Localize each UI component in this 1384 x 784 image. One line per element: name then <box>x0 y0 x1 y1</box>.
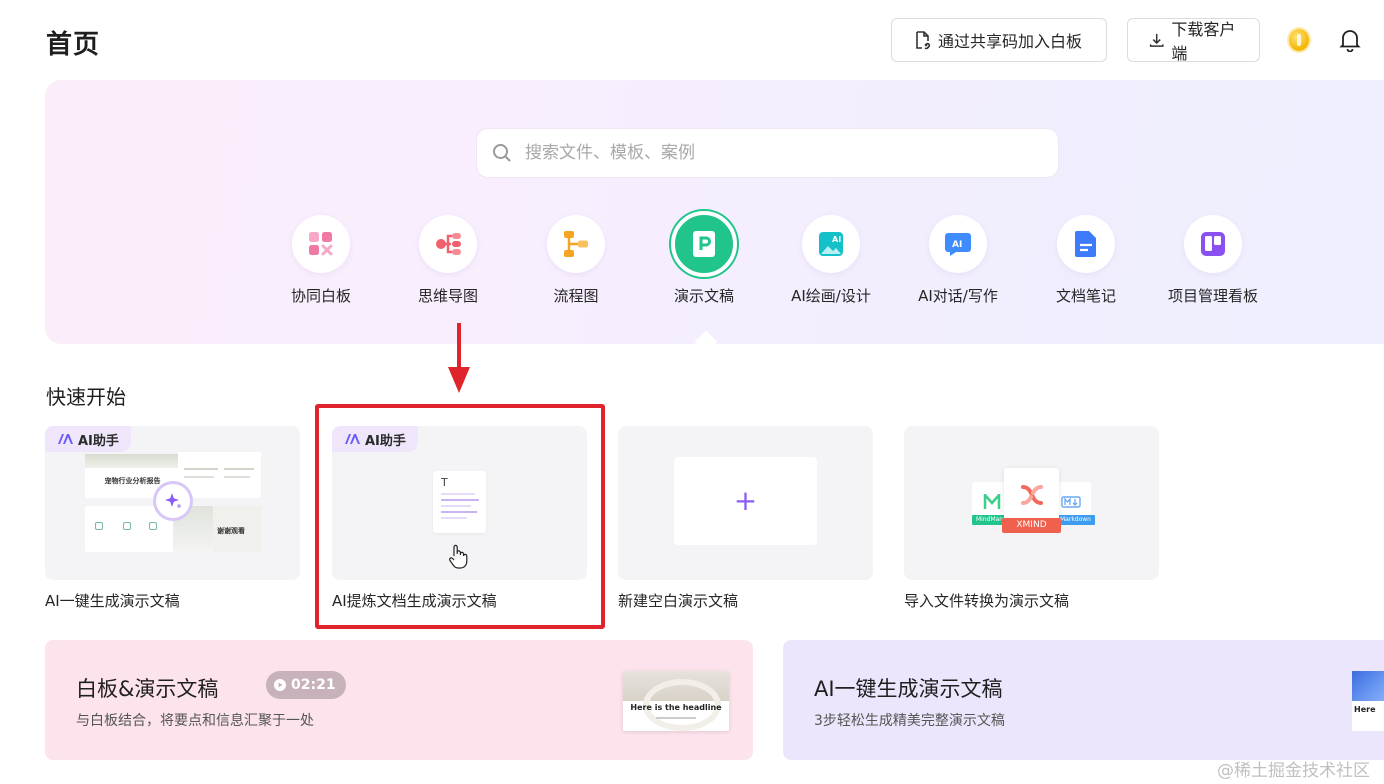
category-document[interactable]: 文档笔记 <box>1031 215 1141 306</box>
card-caption: 新建空白演示文稿 <box>618 592 739 610</box>
quick-start-title: 快速开始 <box>46 385 126 409</box>
category-ai-chat-circle: AI <box>929 215 987 273</box>
xmind-file-icon <box>1004 468 1059 522</box>
category-whiteboard[interactable]: 协同白板 <box>266 215 376 306</box>
ai-sparkle-icon <box>156 484 190 518</box>
document-preview-icon: T <box>433 471 486 533</box>
presentation-icon <box>693 231 715 257</box>
whiteboard-icon <box>309 232 333 256</box>
slide-preview: 谢谢观看 <box>173 506 261 552</box>
ai-logo-icon <box>58 434 73 444</box>
banner-slide-thumbnail: Here is the headline <box>623 671 729 731</box>
banner-whiteboard-presentation[interactable]: 白板&演示文稿 02:21 与白板结合，将要点和信息汇聚于一处 Here is … <box>45 640 753 760</box>
watermark: @稀土掘金技术社区 <box>1217 761 1370 781</box>
coin-icon[interactable] <box>1289 29 1309 51</box>
card-import-file-convert[interactable]: MindMan Markdown XMIND 导入文件转换为演示文稿 <box>904 426 1159 611</box>
video-duration: 02:21 <box>291 677 336 693</box>
play-icon <box>274 679 286 691</box>
kanban-icon <box>1201 232 1225 256</box>
blank-slide: + <box>674 457 817 545</box>
slide-headline: Here <box>1354 705 1376 714</box>
banner-subtitle: 3步轻松生成精美完整演示文稿 <box>814 713 1005 729</box>
ai-logo-icon <box>345 434 360 444</box>
category-label: 文档笔记 <box>1055 287 1116 305</box>
category-presentation[interactable]: 演示文稿 <box>649 211 759 306</box>
card-caption: AI一键生成演示文稿 <box>45 592 180 610</box>
category-flowchart[interactable]: 流程图 <box>521 215 631 306</box>
mindmap-icon <box>436 233 461 255</box>
category-label: 思维导图 <box>417 287 478 305</box>
card-thumbnail: MindMan Markdown XMIND <box>904 426 1159 580</box>
category-mindmap-circle <box>419 215 477 273</box>
search-box[interactable] <box>476 128 1059 178</box>
search-input[interactable] <box>525 143 1025 163</box>
card-ai-extract-document-presentation[interactable]: T AI助手 AI提炼文档生成演示文稿 <box>332 426 587 611</box>
card-ai-generate-presentation[interactable]: 宠物行业分析报告 谢谢观看 AI助手 AI一键生成演示文稿 <box>45 426 300 611</box>
card-thumbnail: + <box>618 426 873 580</box>
svg-text:AI: AI <box>832 235 841 244</box>
hand-cursor-icon <box>449 544 468 569</box>
flowchart-icon <box>564 231 588 257</box>
category-whiteboard-circle <box>292 215 350 273</box>
category-ai-painting-circle: AI <box>802 215 860 273</box>
banner-title: 白板&演示文稿 <box>76 677 219 701</box>
video-duration-badge: 02:21 <box>266 671 346 699</box>
banner-subtitle: 与白板结合，将要点和信息汇聚于一处 <box>76 713 314 729</box>
search-icon <box>493 144 511 162</box>
ai-painting-icon: AI <box>819 232 843 256</box>
category-label: 演示文稿 <box>673 287 734 305</box>
plus-icon: + <box>733 484 758 517</box>
slide-preview <box>178 452 261 498</box>
document-preview-letter: T <box>441 476 448 489</box>
ai-badge-label: AI助手 <box>365 433 406 449</box>
category-ai-painting[interactable]: AI AI绘画/设计 <box>776 215 886 306</box>
category-presentation-circle <box>671 211 737 277</box>
banner-ai-generate-presentation[interactable]: AI一键生成演示文稿 3步轻松生成精美完整演示文稿 Here <box>783 640 1384 760</box>
category-label: AI绘画/设计 <box>791 287 871 305</box>
download-button-label: 下载客户端 <box>1171 20 1236 63</box>
ai-assistant-badge: AI助手 <box>332 426 418 452</box>
card-thumbnail: T AI助手 <box>332 426 587 580</box>
download-icon <box>1149 33 1164 47</box>
category-mindmap[interactable]: 思维导图 <box>393 215 503 306</box>
category-label: 协同白板 <box>290 287 351 305</box>
card-caption: 导入文件转换为演示文稿 <box>904 592 1070 610</box>
slide-preview-title: 谢谢观看 <box>217 527 245 535</box>
download-client-button[interactable]: 下载客户端 <box>1127 18 1260 63</box>
banner-title: AI一键生成演示文稿 <box>814 677 1003 701</box>
join-button-label: 通过共享码加入白板 <box>938 32 1083 51</box>
ai-badge-label: AI助手 <box>78 433 119 449</box>
page-title: 首页 <box>46 30 101 60</box>
card-caption: AI提炼文档生成演示文稿 <box>332 592 497 610</box>
document-icon <box>1075 231 1096 257</box>
banner-slide-thumbnail: Here <box>1352 671 1384 731</box>
card-thumbnail: 宠物行业分析报告 谢谢观看 AI助手 <box>45 426 300 580</box>
format-label: Markdown <box>1056 515 1095 525</box>
format-label: XMIND <box>1002 518 1061 533</box>
category-kanban-circle <box>1184 215 1242 273</box>
category-ai-chat[interactable]: AI AI对话/写作 <box>903 215 1013 306</box>
svg-text:AI: AI <box>952 240 962 250</box>
category-kanban[interactable]: 项目管理看板 <box>1158 215 1268 306</box>
ai-assistant-badge: AI助手 <box>45 426 131 452</box>
slide-headline: Here is the headline <box>630 703 722 712</box>
join-by-share-code-button[interactable]: 通过共享码加入白板 <box>891 18 1107 62</box>
category-document-circle <box>1057 215 1115 273</box>
ai-chat-icon: AI <box>945 233 971 256</box>
category-label: 项目管理看板 <box>1167 287 1258 305</box>
bell-icon[interactable] <box>1339 28 1361 52</box>
share-link-document-icon <box>916 31 931 50</box>
red-down-arrow-icon <box>448 323 470 393</box>
category-label: 流程图 <box>553 287 599 305</box>
category-flowchart-circle <box>547 215 605 273</box>
card-new-blank-presentation[interactable]: + 新建空白演示文稿 <box>618 426 873 611</box>
category-label: AI对话/写作 <box>918 287 998 305</box>
